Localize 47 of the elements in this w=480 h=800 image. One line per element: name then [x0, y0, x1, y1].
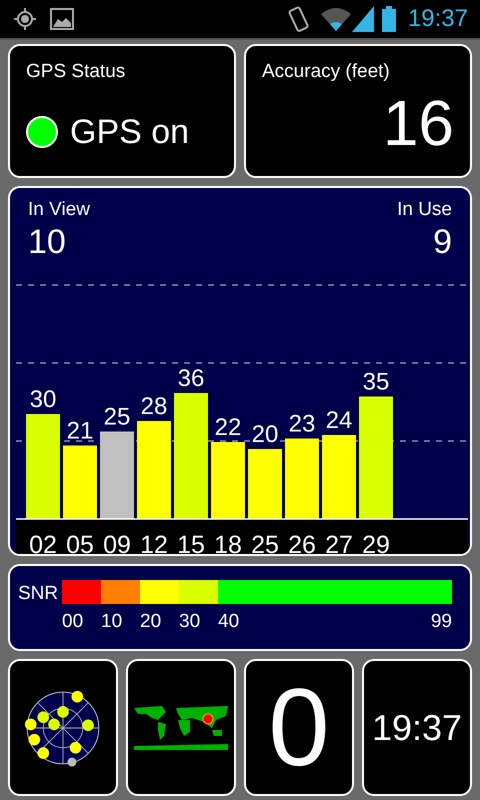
bar-value: 35	[362, 368, 390, 396]
tile-card[interactable]	[126, 659, 236, 796]
clock-time: 19:37	[372, 706, 462, 750]
image-icon	[50, 8, 74, 30]
signal-icon	[352, 6, 374, 32]
satellite-id: 15	[177, 531, 205, 554]
satellite-id: 05	[66, 531, 94, 554]
accuracy-value: 16	[382, 90, 454, 154]
status-time: 19:37	[408, 4, 468, 34]
satellite-id: 12	[140, 531, 168, 554]
big-number: 0	[268, 672, 330, 782]
wifi-icon	[320, 6, 352, 32]
bar-value: 28	[140, 393, 168, 420]
location-icon	[12, 6, 38, 32]
satellite-id: 29	[362, 531, 390, 554]
bar-value: 25	[104, 404, 130, 430]
snr-tick-label: 40	[218, 610, 240, 634]
snr-tick-label: 30	[179, 610, 202, 634]
bar-value: 36	[178, 365, 204, 392]
snr-tick-label: 10	[101, 610, 124, 634]
battery-icon	[382, 6, 396, 32]
snr-label: SNR	[18, 582, 60, 606]
card-title: GPS Status	[26, 60, 126, 84]
satellite-id: 02	[29, 531, 57, 554]
in-use-label: In Use	[397, 198, 452, 222]
gps-status-text: GPS on	[70, 112, 190, 152]
snr-tick-label: 99	[430, 610, 452, 634]
satellite-id: 09	[103, 531, 131, 554]
tile-card[interactable]	[8, 659, 118, 796]
in-view-label: In View	[28, 198, 90, 222]
card-title: Accuracy (feet)	[262, 60, 391, 84]
bar-value: 23	[288, 410, 316, 438]
satellite-id: 25	[251, 531, 279, 554]
bar-value: 30	[30, 386, 56, 413]
in-use-count: 9	[433, 222, 452, 262]
satellite-id: 18	[214, 531, 242, 554]
bar-value: 20	[252, 421, 278, 448]
snr-tick-label: 20	[140, 610, 162, 634]
snr-tick-label: 00	[62, 610, 84, 634]
bar-value: 21	[66, 418, 94, 444]
tile-card[interactable]: 19:37	[362, 659, 472, 796]
satellite-id: 27	[325, 531, 353, 554]
in-view-count: 10	[28, 222, 66, 262]
bar-value: 22	[214, 414, 242, 441]
bar-value: 24	[326, 407, 352, 434]
satellite-id: 26	[288, 531, 316, 554]
tile-card[interactable]: 0	[244, 659, 354, 796]
